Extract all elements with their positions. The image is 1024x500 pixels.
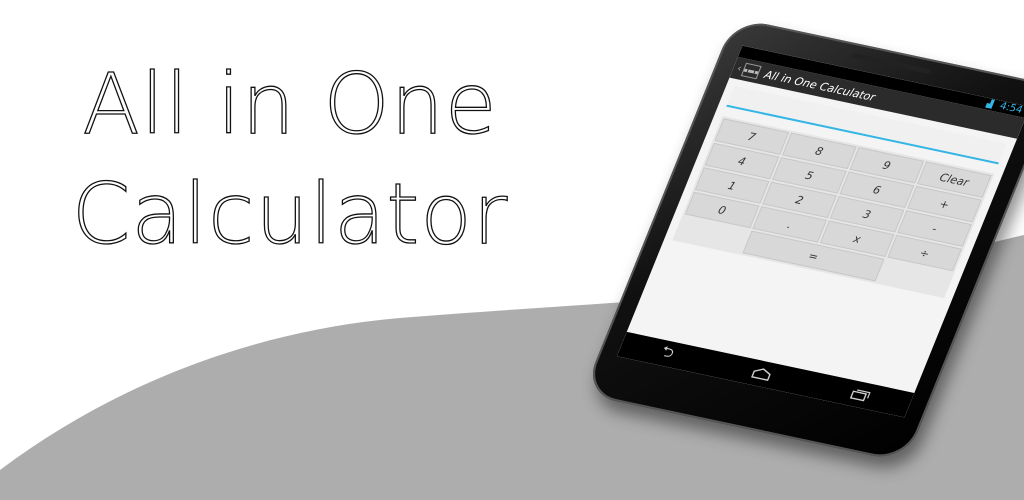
home-icon[interactable] [750,366,774,381]
back-icon[interactable]: ⮌ [657,341,678,367]
signal-icon: ▟ [985,98,995,109]
headline-line-2: Calculator [71,165,509,263]
recents-icon[interactable] [848,387,872,402]
calculator-app-icon [740,62,762,80]
headline-line-1: All in One [82,55,498,153]
